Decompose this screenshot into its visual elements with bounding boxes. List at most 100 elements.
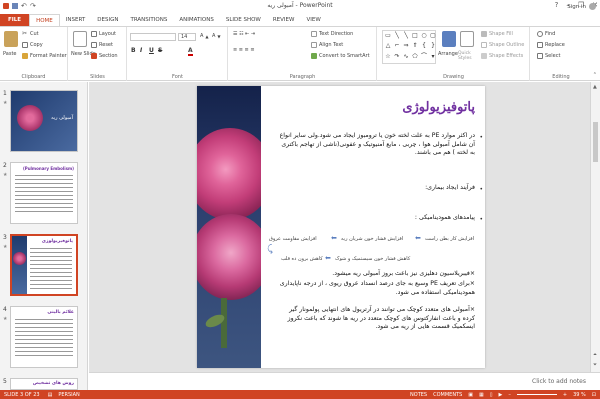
notes-placeholder[interactable]: Click to add notes	[532, 378, 586, 385]
section-button[interactable]: Section	[91, 53, 118, 59]
copy-button[interactable]: Copy	[22, 42, 43, 48]
sign-in-label[interactable]: Sign in	[567, 4, 586, 10]
slide-thumbnail-4[interactable]: علائم بالینی	[10, 306, 78, 368]
rectangle-shape-icon[interactable]: □	[411, 32, 419, 41]
current-slide[interactable]: پاتوفیزیولوژی • در اکثر موارد PE به علت …	[197, 86, 485, 368]
font-name-box[interactable]	[130, 33, 176, 41]
collapse-ribbon-icon[interactable]: ⌃	[593, 72, 597, 78]
zoom-slider[interactable]	[516, 394, 557, 395]
notes-pane[interactable]: Click to add notes	[89, 372, 600, 390]
comments-button[interactable]: COMMENTS	[433, 392, 462, 398]
reading-view-icon[interactable]: ▯	[490, 392, 493, 398]
slide-editing-area[interactable]: پاتوفیزیولوژی • در اکثر موارد PE به علت …	[89, 82, 590, 372]
tab-file[interactable]: FILE	[0, 14, 30, 26]
shapes-gallery[interactable]: ▭ ╲ ╲ □ ○ ▢ △ ⌐ ⇒ ⇑{} ☆ ↷ ∿ ⬠ ⌒ ▾	[382, 30, 436, 64]
slide-thumbnail-1[interactable]: آمبولی ریه	[10, 90, 78, 152]
line-shape-icon[interactable]: ⌐	[393, 42, 401, 51]
language-indicator[interactable]: PERSIAN	[58, 392, 79, 398]
layout-button[interactable]: Layout	[91, 31, 116, 37]
textbox-shape-icon[interactable]: ▭	[384, 32, 392, 41]
fit-slide-icon[interactable]: ⊡	[592, 392, 596, 398]
zoom-in-icon[interactable]: +	[563, 392, 567, 398]
rectangle-shape-icon[interactable]: ▢	[429, 32, 437, 41]
line-shape-icon[interactable]: ╲	[393, 32, 401, 41]
tab-animations[interactable]: ANIMATIONS	[173, 14, 220, 26]
shape-effects-button[interactable]: Shape Effects	[481, 53, 523, 59]
slideshow-icon[interactable]: ▶	[499, 392, 503, 398]
font-color-icon[interactable]: A	[188, 47, 193, 56]
triangle-shape-icon[interactable]: △	[384, 42, 392, 51]
quick-styles-button[interactable]: Quick Styles	[458, 51, 478, 61]
cut-button[interactable]: ✂ Cut	[22, 31, 39, 38]
select-button[interactable]: Select	[537, 53, 560, 59]
strikethrough-button[interactable]: S	[158, 47, 162, 54]
line-shape-icon[interactable]: ╲	[402, 32, 410, 41]
slide-paragraph-2[interactable]: فرآیند ایجاد بیماری:	[279, 184, 475, 193]
slide-title[interactable]: پاتوفیزیولوژی	[402, 100, 475, 115]
paste-button[interactable]: Paste	[3, 51, 17, 57]
slide-sorter-icon[interactable]: ▦	[479, 392, 484, 398]
zoom-level[interactable]: 39 %	[573, 392, 586, 398]
slide-thumbnail-5[interactable]: روش های تشخیص	[10, 378, 78, 390]
underline-button[interactable]: U	[149, 47, 154, 54]
shape-outline-button[interactable]: Shape Outline	[481, 42, 524, 48]
brace-shape-icon[interactable]: }	[429, 42, 437, 51]
tab-insert[interactable]: INSERT	[60, 14, 91, 26]
tab-view[interactable]: VIEW	[300, 14, 326, 26]
more-shapes-icon[interactable]: ▾	[429, 53, 437, 62]
notes-button[interactable]: NOTES	[410, 392, 427, 398]
slide-paragraph-6[interactable]: ×آمبولی های متعدد کوچک می توانند در آرتر…	[275, 306, 475, 332]
arrange-icon[interactable]	[442, 31, 456, 47]
find-button[interactable]: Find	[537, 31, 555, 37]
new-slide-icon[interactable]	[73, 31, 87, 47]
oval-shape-icon[interactable]: ○	[420, 32, 428, 41]
bullets-icon[interactable]: ☰ ☷ ⇤ ⇥	[233, 31, 255, 37]
spellcheck-icon[interactable]: ▤	[48, 392, 53, 398]
text-direction-button[interactable]: Text Direction	[311, 31, 353, 37]
previous-slide-icon[interactable]: ⏶	[593, 352, 597, 358]
italic-button[interactable]: I	[140, 47, 142, 54]
help-icon[interactable]: ?	[555, 1, 559, 9]
shape-fill-button[interactable]: Shape Fill	[481, 31, 513, 37]
slide-paragraph-5[interactable]: ×برای تعریف PE وسیع به جای درصد انسداد ع…	[275, 280, 475, 297]
vertical-scrollbar[interactable]: ▲ ⏶ ⏷	[590, 82, 600, 372]
slide-thumbnail-2[interactable]: (Pulmonary Embolism)	[10, 162, 78, 224]
slide-paragraph-4[interactable]: ×فیبریلاسیون دهلیزی نیز باعث بروز آمبولی…	[275, 270, 475, 279]
curve-shape-icon[interactable]: ∿	[402, 53, 410, 62]
convert-smartart-button[interactable]: Convert to SmartArt	[311, 53, 370, 59]
paste-icon[interactable]	[4, 31, 18, 47]
bold-button[interactable]: B	[131, 47, 136, 54]
format-painter-button[interactable]: Format Painter	[22, 53, 67, 59]
star-shape-icon[interactable]: ☆	[384, 53, 392, 62]
slide-thumbnail-pane[interactable]: 1 ★ آمبولی ریه 2 ★ (Pulmonary Embolism) …	[0, 82, 88, 390]
next-slide-icon[interactable]: ⏷	[593, 362, 597, 368]
tab-design[interactable]: DESIGN	[91, 14, 124, 26]
align-icons[interactable]: ≡ ≡ ≡ ≡	[233, 47, 255, 53]
tab-slide-show[interactable]: SLIDE SHOW	[220, 14, 267, 26]
tab-review[interactable]: REVIEW	[267, 14, 301, 26]
arrow-shape-icon[interactable]: ⇒	[402, 42, 410, 51]
scroll-thumb[interactable]	[593, 122, 598, 162]
curve-shape-icon[interactable]: ⌒	[420, 53, 428, 62]
slide-paragraph-1[interactable]: در اکثر موارد PE به علت لخته خون یا تروم…	[279, 132, 475, 158]
slide-paragraph-3[interactable]: پیامدهای همودینامیکی :	[279, 214, 475, 223]
reset-button[interactable]: Reset	[91, 42, 113, 48]
normal-view-icon[interactable]: ▣	[468, 392, 473, 398]
zoom-out-icon[interactable]: –	[508, 392, 511, 398]
shrink-font-icon[interactable]: A ▼	[212, 33, 221, 39]
arrow-shape-icon[interactable]: ↷	[393, 53, 401, 62]
slide-thumbnail-3[interactable]: پاتوفیزیولوژی	[10, 234, 78, 296]
align-text-button[interactable]: Align Text	[311, 42, 343, 48]
arrow-shape-icon[interactable]: ⇑	[411, 42, 419, 51]
scroll-up-icon[interactable]: ▲	[593, 84, 597, 90]
sign-in[interactable]: Sign in	[567, 3, 596, 10]
account-icon[interactable]	[589, 3, 596, 10]
grow-font-icon[interactable]: A ▲	[200, 33, 209, 39]
font-size-box[interactable]: 14	[178, 33, 196, 41]
quick-styles-icon[interactable]	[460, 31, 474, 47]
tab-home[interactable]: HOME	[29, 14, 60, 26]
pentagon-shape-icon[interactable]: ⬠	[411, 53, 419, 62]
brace-shape-icon[interactable]: {	[420, 42, 428, 51]
replace-button[interactable]: Replace	[537, 42, 565, 48]
tab-transitions[interactable]: TRANSITIONS	[124, 14, 173, 26]
